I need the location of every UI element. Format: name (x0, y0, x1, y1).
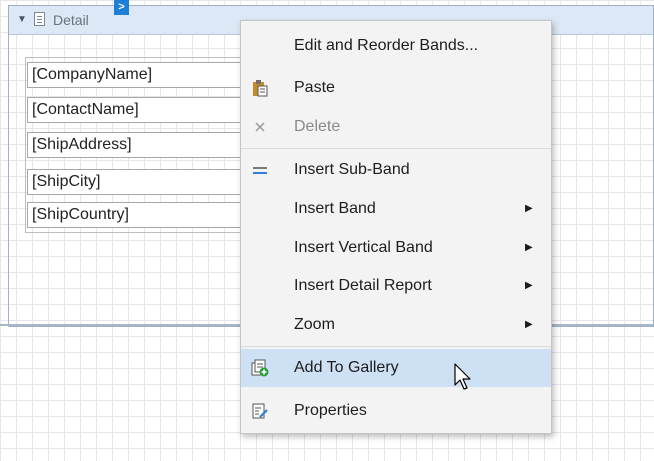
menu-item-label: Properties (294, 402, 367, 419)
field-ship-country[interactable]: [ShipCountry] (27, 202, 243, 228)
submenu-arrow-icon: ▶ (525, 280, 533, 291)
menu-item-zoom[interactable]: Zoom ▶ (241, 306, 551, 344)
properties-icon (251, 402, 269, 420)
menu-item-paste[interactable]: Paste (241, 69, 551, 107)
menu-item-delete[interactable]: Delete (241, 108, 551, 146)
field-contact-name[interactable]: [ContactName] (27, 97, 243, 123)
menu-item-insert-sub-band[interactable]: Insert Sub-Band (241, 151, 551, 189)
menu-item-insert-band[interactable]: Insert Band ▶ (241, 190, 551, 228)
menu-item-label: Add To Gallery (294, 359, 399, 376)
menu-item-edit-reorder-bands[interactable]: Edit and Reorder Bands... (241, 27, 551, 65)
paste-icon (251, 79, 269, 97)
submenu-arrow-icon: ▶ (525, 319, 533, 330)
mouse-pointer-icon (453, 363, 473, 393)
menu-item-add-to-gallery[interactable]: Add To Gallery (241, 349, 551, 387)
field-ship-city[interactable]: [ShipCity] (27, 169, 243, 195)
menu-separator (241, 148, 551, 149)
field-company-name[interactable]: [CompanyName] (27, 62, 243, 88)
menu-item-label: Insert Vertical Band (294, 239, 433, 256)
smart-tag-button[interactable]: > (114, 0, 129, 15)
menu-item-label: Zoom (294, 316, 335, 333)
sub-band-icon (251, 161, 269, 179)
menu-item-insert-detail-report[interactable]: Insert Detail Report ▶ (241, 267, 551, 305)
submenu-arrow-icon: ▶ (525, 203, 533, 214)
submenu-arrow-icon: ▶ (525, 242, 533, 253)
field-ship-address[interactable]: [ShipAddress] (27, 132, 243, 158)
menu-item-insert-vertical-band[interactable]: Insert Vertical Band ▶ (241, 229, 551, 267)
menu-item-label: Insert Band (294, 200, 376, 217)
menu-item-label: Delete (294, 118, 341, 135)
menu-item-label: Insert Sub-Band (294, 161, 410, 178)
context-menu: Edit and Reorder Bands... Paste Delete I… (240, 20, 552, 434)
menu-item-properties[interactable]: Properties (241, 392, 551, 430)
collapse-toggle-icon[interactable]: ▼ (17, 13, 27, 27)
close-icon (251, 118, 269, 136)
menu-separator (241, 346, 551, 347)
menu-item-label: Edit and Reorder Bands... (294, 37, 479, 54)
menu-item-label: Insert Detail Report (294, 277, 432, 294)
band-title: Detail (53, 12, 89, 28)
menu-item-label: Paste (294, 79, 335, 96)
band-document-icon (34, 12, 45, 26)
gallery-add-icon (251, 359, 269, 377)
